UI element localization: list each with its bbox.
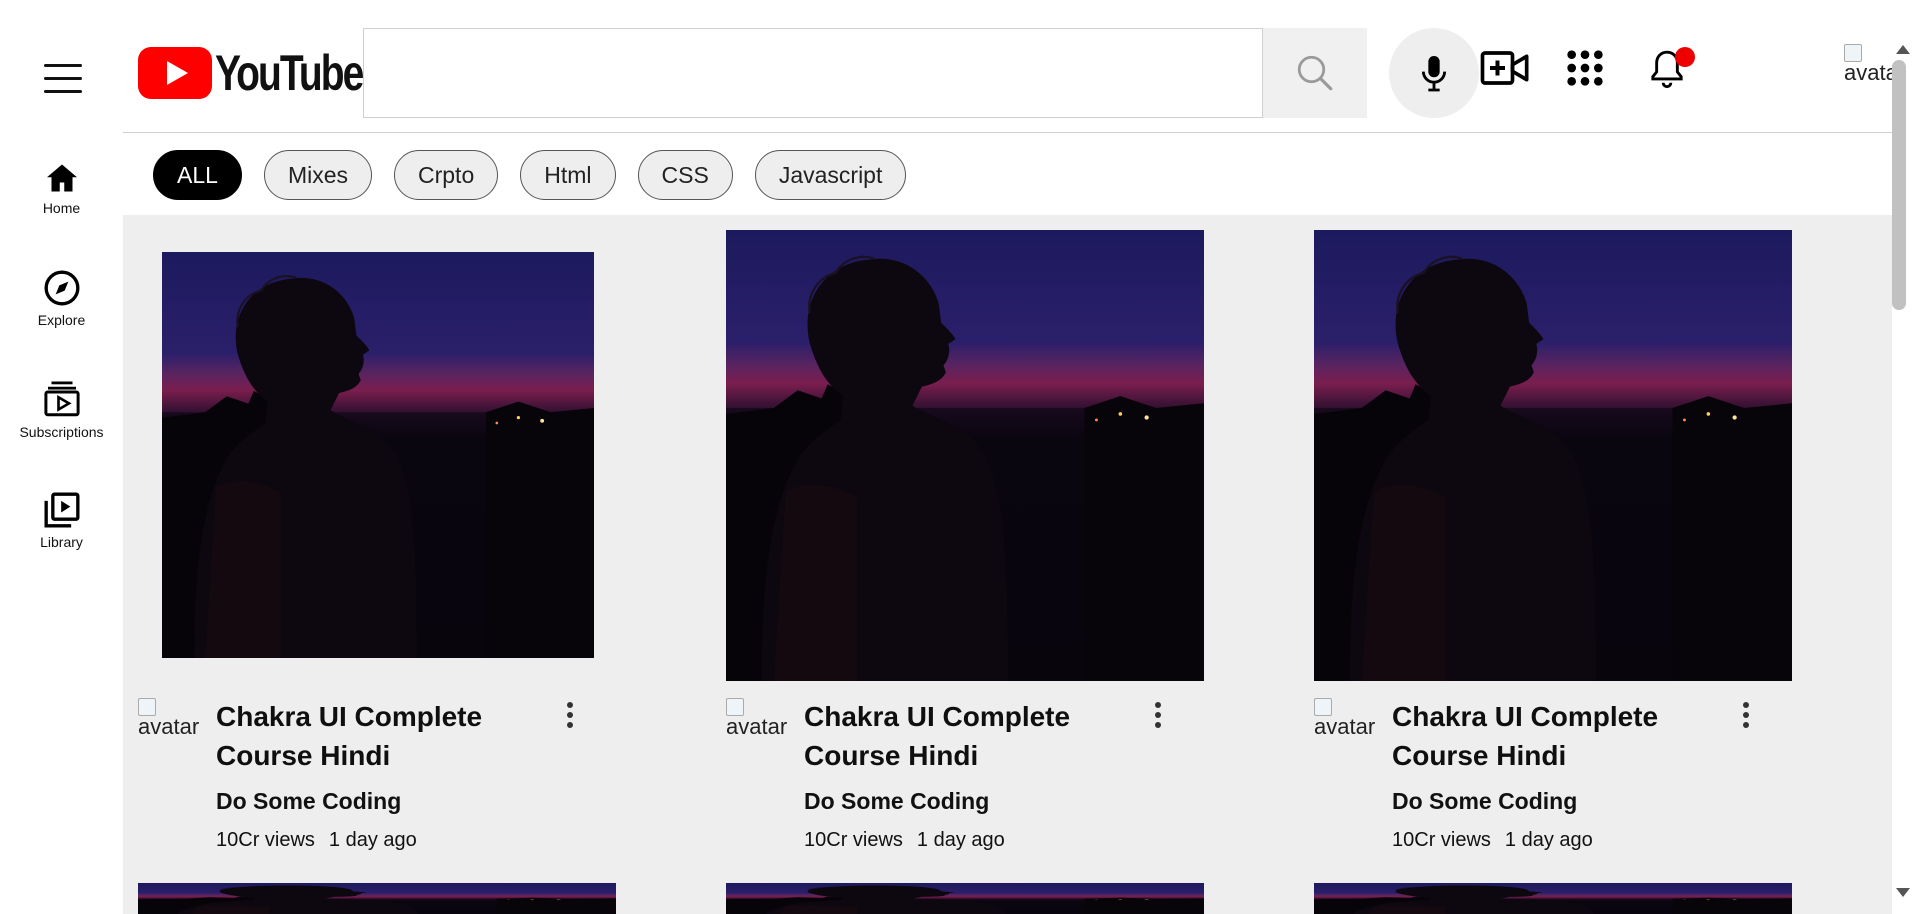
scrollbar-thumb[interactable] — [1892, 60, 1906, 310]
sidebar-item-label: Subscriptions — [19, 424, 104, 440]
voice-search-button[interactable] — [1389, 28, 1479, 118]
more-options-icon[interactable] — [1148, 702, 1168, 736]
video-title[interactable]: Chakra UI Complete Course Hindi — [1392, 697, 1692, 775]
chip-crpto[interactable]: Crpto — [394, 150, 499, 200]
microphone-icon — [1421, 56, 1447, 92]
subscriptions-icon — [43, 381, 80, 417]
menu-icon[interactable] — [44, 64, 82, 94]
sidebar-item-label: Home — [42, 200, 81, 216]
library-icon — [44, 492, 80, 528]
category-chips: ALL Mixes Crpto Html CSS Javascript — [153, 150, 907, 200]
sidebar-item-explore[interactable]: Explore — [0, 268, 123, 328]
youtube-clone-page: Home Explore Subscriptions Library YouTu… — [0, 0, 1915, 914]
upload-age: 1 day ago — [1504, 829, 1593, 851]
avatar-alt-text: avatar — [726, 714, 788, 739]
more-options-icon[interactable] — [560, 702, 580, 736]
search-icon — [1297, 55, 1333, 91]
view-count: 10Cr views — [1392, 829, 1491, 851]
sidebar-item-label: Explore — [37, 312, 86, 328]
video-thumbnail[interactable] — [138, 883, 616, 914]
sidebar-item-library[interactable]: Library — [0, 490, 123, 550]
channel-name[interactable]: Do Some Coding — [804, 788, 989, 815]
video-grid: avatar Chakra UI Complete Course Hindi D… — [123, 215, 1892, 914]
chip-css[interactable]: CSS — [637, 150, 733, 200]
video-title[interactable]: Chakra UI Complete Course Hindi — [804, 697, 1104, 775]
video-meta: 10Cr views 1 day ago — [216, 829, 417, 852]
video-meta: 10Cr views 1 day ago — [1392, 829, 1593, 852]
scroll-up-arrow-icon[interactable] — [1896, 45, 1910, 54]
apps-grid-icon[interactable] — [1565, 48, 1605, 93]
view-count: 10Cr views — [804, 829, 903, 851]
header-divider — [123, 132, 1892, 133]
video-thumbnail[interactable] — [726, 230, 1204, 681]
avatar-alt-text: avatar — [1314, 714, 1376, 739]
chip-html[interactable]: Html — [520, 150, 616, 200]
create-video-icon[interactable] — [1480, 48, 1530, 93]
home-icon — [46, 164, 77, 192]
upload-age: 1 day ago — [916, 829, 1005, 851]
youtube-play-logo-icon — [138, 47, 212, 99]
sidebar-item-label: Library — [40, 534, 83, 550]
channel-avatar[interactable]: avatar — [1314, 698, 1384, 758]
search-button[interactable] — [1263, 28, 1367, 118]
channel-avatar[interactable]: avatar — [726, 698, 796, 758]
top-header: YouTube avatar — [123, 0, 1905, 132]
brand-name: YouTube — [215, 45, 364, 101]
video-thumbnail[interactable] — [162, 252, 594, 658]
view-count: 10Cr views — [216, 829, 315, 851]
channel-avatar[interactable]: avatar — [138, 698, 208, 758]
video-thumbnail[interactable] — [726, 883, 1204, 914]
sidebar-item-home[interactable]: Home — [0, 160, 123, 216]
more-options-icon[interactable] — [1736, 702, 1756, 736]
video-title[interactable]: Chakra UI Complete Course Hindi — [216, 697, 516, 775]
video-thumbnail[interactable] — [1314, 230, 1792, 681]
sidebar-item-subscriptions[interactable]: Subscriptions — [0, 378, 123, 440]
search-input[interactable] — [363, 28, 1263, 118]
channel-name[interactable]: Do Some Coding — [216, 788, 401, 815]
chip-javascript[interactable]: Javascript — [754, 150, 907, 200]
notification-badge — [1675, 47, 1695, 67]
video-thumbnail[interactable] — [1314, 883, 1792, 914]
video-meta: 10Cr views 1 day ago — [804, 829, 1005, 852]
upload-age: 1 day ago — [328, 829, 417, 851]
chip-mixes[interactable]: Mixes — [263, 150, 372, 200]
channel-name[interactable]: Do Some Coding — [1392, 788, 1577, 815]
avatar-alt-text: avatar — [138, 714, 200, 739]
scroll-down-arrow-icon[interactable] — [1896, 888, 1910, 897]
sidebar: Home Explore Subscriptions Library — [0, 0, 123, 914]
chip-all[interactable]: ALL — [153, 150, 242, 200]
compass-icon — [44, 270, 79, 306]
